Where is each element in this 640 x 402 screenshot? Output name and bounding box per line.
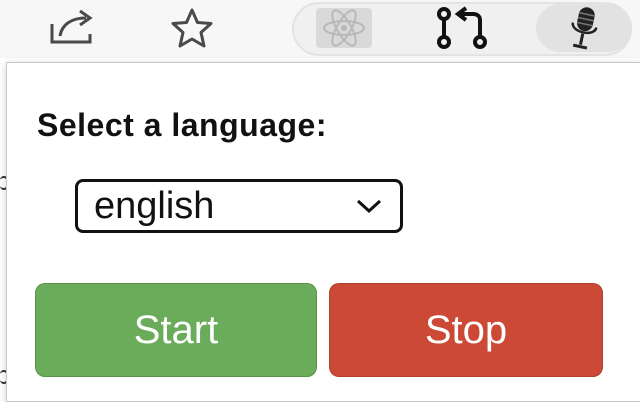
react-devtools-icon bbox=[314, 6, 374, 50]
share-button[interactable] bbox=[36, 4, 108, 52]
git-extension-button[interactable] bbox=[424, 4, 500, 52]
microphone-icon bbox=[564, 5, 604, 51]
react-devtools-extension-button[interactable] bbox=[306, 4, 382, 52]
start-button[interactable]: Start bbox=[35, 283, 317, 377]
stop-button[interactable]: Stop bbox=[329, 283, 603, 377]
extension-popup: Select a language: english Start Stop bbox=[6, 62, 640, 402]
git-pull-request-icon bbox=[430, 6, 494, 50]
browser-toolbar bbox=[0, 0, 640, 58]
language-select[interactable]: english bbox=[75, 179, 403, 233]
chevron-down-icon bbox=[354, 196, 384, 216]
speech-extension-button[interactable] bbox=[536, 4, 632, 52]
share-icon bbox=[42, 8, 102, 48]
bookmark-star-button[interactable] bbox=[160, 4, 224, 52]
language-select-value: english bbox=[94, 184, 215, 227]
popup-title: Select a language: bbox=[37, 107, 327, 143]
star-icon bbox=[168, 6, 216, 50]
